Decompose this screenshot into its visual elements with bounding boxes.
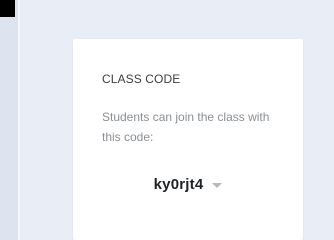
card-title: CLASS CODE	[102, 72, 181, 86]
class-code-card: CLASS CODE Students can join the class w…	[73, 39, 303, 240]
left-sidebar-strip	[0, 0, 18, 240]
corner-block	[0, 0, 15, 17]
page: CLASS CODE Students can join the class w…	[0, 0, 334, 240]
class-code-value: ky0rjt4	[153, 176, 204, 193]
chevron-down-icon[interactable]	[212, 183, 223, 188]
panel-divider	[18, 0, 20, 240]
card-description: Students can join the class with this co…	[102, 110, 270, 144]
class-code-row[interactable]: ky0rjt4	[73, 176, 303, 193]
